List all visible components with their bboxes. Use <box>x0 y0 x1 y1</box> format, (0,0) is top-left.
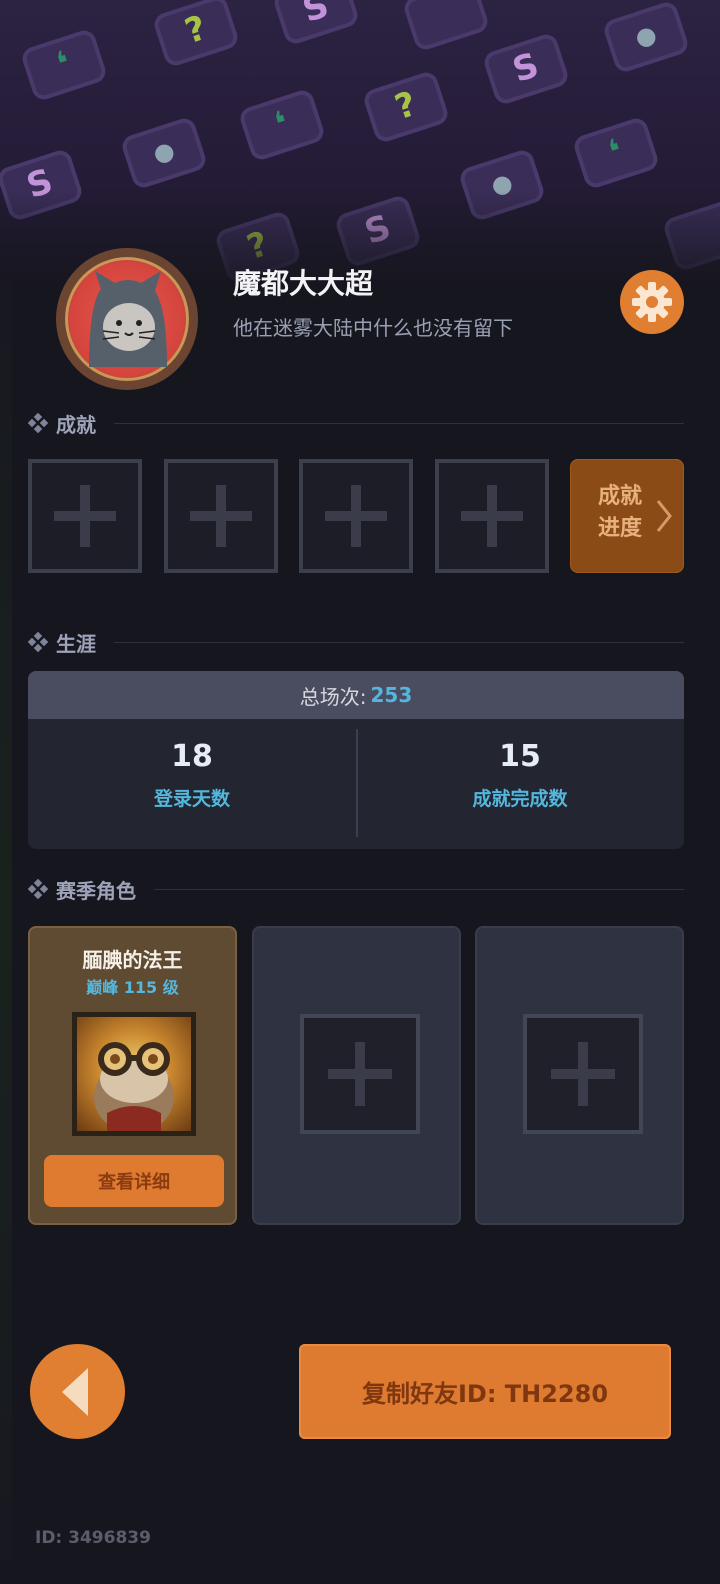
banner-badge-icon: ❛ <box>561 105 670 200</box>
achievement-slot[interactable] <box>164 459 278 573</box>
banner-badge-icon: ● <box>109 105 218 200</box>
plus-icon <box>461 485 523 547</box>
avatar[interactable] <box>56 248 198 390</box>
banner-badge-icon: ● <box>591 0 700 85</box>
back-arrow-icon <box>61 1367 88 1416</box>
divider <box>154 888 684 890</box>
stat-value: 18 <box>171 739 213 774</box>
stat-label: 登录天数 <box>153 788 230 810</box>
diamond-bullet-icon <box>28 413 48 433</box>
plus-icon <box>54 485 116 547</box>
season-role-card[interactable]: 腼腆的法王 巅峰 115 级 查看详细 <box>28 926 237 1225</box>
diamond-bullet-icon <box>28 879 48 899</box>
achievements-title: 成就 <box>56 412 96 437</box>
achievement-slot[interactable] <box>299 459 413 573</box>
role-name: 腼腆的法王 <box>82 948 183 972</box>
back-button[interactable] <box>30 1344 125 1439</box>
signature: 他在迷雾大陆中什么也没有留下 <box>233 316 513 340</box>
banner-badge-icon: ? <box>351 59 460 154</box>
achievement-progress-label: 成就进度 <box>597 484 642 541</box>
season-role-empty-card[interactable] <box>252 926 461 1225</box>
total-matches-label: 总场次: <box>299 684 367 709</box>
banner-badge-icon: ? <box>141 0 250 79</box>
role-empty-slot[interactable] <box>300 1014 420 1134</box>
stat-label: 成就完成数 <box>472 788 568 810</box>
raccoon-mage-icon <box>94 1042 174 1131</box>
career-header: 生涯 <box>28 627 684 657</box>
banner-badge-icon: ❛ <box>9 17 118 112</box>
plus-icon <box>328 1042 392 1106</box>
hooded-cat-icon <box>89 271 167 367</box>
career-title: 生涯 <box>56 631 96 656</box>
season-roles-title: 赛季角色 <box>56 878 136 903</box>
copy-friend-id-button[interactable]: 复制好友ID: TH2280 <box>299 1344 671 1439</box>
achievement-slot[interactable] <box>28 459 142 573</box>
divider <box>114 641 684 643</box>
chevron-right-icon <box>656 500 672 532</box>
role-empty-slot[interactable] <box>523 1014 643 1134</box>
total-matches-value: 253 <box>370 683 413 707</box>
stat-value: 15 <box>499 739 541 774</box>
left-edge-strip <box>0 280 12 1560</box>
achievement-slot[interactable] <box>435 459 549 573</box>
stat-login-days: 18 登录天数 <box>28 719 356 849</box>
banner-badge-icon: S <box>261 0 370 57</box>
nickname: 魔都大大超 <box>233 267 374 300</box>
settings-button[interactable] <box>620 270 684 334</box>
season-role-empty-card[interactable] <box>475 926 684 1225</box>
role-level: 巅峰 115 级 <box>86 978 179 997</box>
view-detail-button[interactable]: 查看详细 <box>44 1155 224 1207</box>
plus-icon <box>190 485 252 547</box>
season-roles-header: 赛季角色 <box>28 874 684 904</box>
plus-icon <box>325 485 387 547</box>
stat-achievements-done: 15 成就完成数 <box>356 719 684 849</box>
divider <box>114 422 684 424</box>
role-portrait <box>72 1012 196 1136</box>
diamond-bullet-icon <box>28 632 48 652</box>
total-matches: 总场次: 253 <box>28 671 684 719</box>
plus-icon <box>551 1042 615 1106</box>
achievement-progress-button[interactable]: 成就进度 <box>570 459 684 573</box>
banner-badge-icon: ❛ <box>227 77 336 172</box>
user-id: ID: 3496839 <box>35 1528 151 1548</box>
gear-icon <box>632 282 672 322</box>
career-panel: 总场次: 253 18 登录天数 15 成就完成数 <box>28 671 684 849</box>
achievements-header: 成就 <box>28 408 684 438</box>
